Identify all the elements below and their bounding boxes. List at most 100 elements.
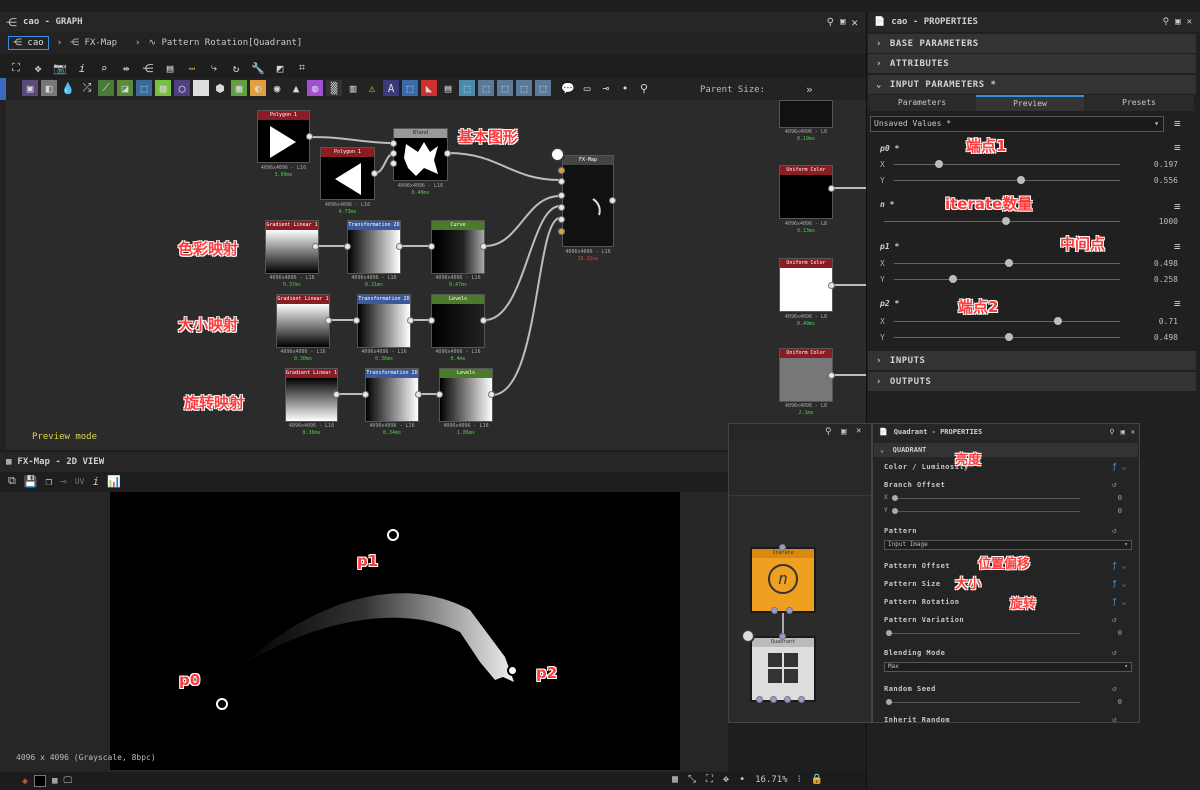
preset-dropdown[interactable]: Unsaved Values * ▾ <box>870 116 1164 132</box>
output-port[interactable] <box>828 185 835 192</box>
reset-icon[interactable]: ↺ <box>1112 684 1117 693</box>
copy-icon[interactable]: ⧉ <box>8 474 16 488</box>
pin-icon[interactable]: ⚲ <box>1163 17 1170 27</box>
duplicate-icon[interactable]: ❐ <box>46 475 53 488</box>
branch-offset-x-value[interactable]: 0 <box>1102 494 1122 502</box>
function-icon[interactable]: ƒ ⌄ <box>1112 462 1126 471</box>
point-p1[interactable] <box>387 529 399 541</box>
output-port[interactable] <box>312 243 319 250</box>
pattern-variation-knob[interactable] <box>886 630 892 636</box>
branch-offset-x-slider[interactable] <box>892 498 1080 499</box>
p2-y-value[interactable]: 0.498 <box>1138 333 1178 342</box>
input-port[interactable] <box>428 243 435 250</box>
output-port[interactable] <box>407 317 414 324</box>
input-port[interactable] <box>390 160 397 167</box>
zoom-value[interactable]: 16.71% <box>755 775 788 785</box>
pattern-variation-slider[interactable] <box>886 633 1080 634</box>
p0-y-value[interactable]: 0.556 <box>1138 176 1178 185</box>
section-base-parameters[interactable]: › BASE PARAMETERS <box>868 34 1196 53</box>
output-port[interactable] <box>480 317 487 324</box>
node-uniform-color[interactable]: Uniform Color <box>779 165 833 219</box>
output-port[interactable] <box>798 696 805 703</box>
tab-parameters[interactable]: Parameters <box>868 95 976 111</box>
section-outputs[interactable]: › OUTPUTS <box>868 372 1196 391</box>
p2-x-slider[interactable] <box>894 321 1120 322</box>
menu-icon[interactable]: ≡ <box>1174 240 1181 253</box>
output-port[interactable] <box>786 607 793 614</box>
tab-preview[interactable]: Preview <box>976 95 1084 111</box>
black-swatch[interactable] <box>34 775 47 787</box>
point-p2[interactable] <box>507 665 518 676</box>
node-uniform-color[interactable]: Uniform Color <box>779 258 833 312</box>
node-quadrant[interactable]: Quadrant <box>750 636 816 702</box>
output-port[interactable] <box>415 391 422 398</box>
output-port[interactable] <box>828 282 835 289</box>
p1-x-value[interactable]: 0.498 <box>1138 259 1178 268</box>
uv-label[interactable]: UV <box>75 477 85 486</box>
output-port[interactable] <box>325 317 332 324</box>
output-port[interactable] <box>396 243 403 250</box>
output-port[interactable] <box>444 150 451 157</box>
n-value[interactable]: 1000 <box>1138 217 1178 226</box>
input-port[interactable] <box>779 633 786 640</box>
fit-icon[interactable]: ⛶ <box>706 774 713 785</box>
node-gradient-linear-2[interactable]: Gradient Linear 1 <box>276 294 330 348</box>
output-port[interactable] <box>828 372 835 379</box>
input-port[interactable] <box>558 192 565 199</box>
pattern-dropdown[interactable]: Input Image ▾ <box>884 540 1132 550</box>
random-seed-slider[interactable] <box>886 702 1080 703</box>
zoom-dropdown-icon[interactable]: ⁝ <box>798 774 801 785</box>
section-inputs[interactable]: › INPUTS <box>868 351 1196 370</box>
branch-offset-y-knob[interactable] <box>892 508 898 514</box>
menu-icon[interactable]: ≡ <box>1174 141 1181 154</box>
n-knob[interactable] <box>1002 217 1010 225</box>
dot-icon[interactable]: • <box>739 774 745 785</box>
input-port[interactable] <box>436 391 443 398</box>
save-icon[interactable]: 💾 <box>24 475 38 488</box>
node-polygon-2[interactable]: Polygon 1 <box>320 147 375 200</box>
menu-icon[interactable]: ≡ <box>1174 117 1181 130</box>
node-fx-map[interactable]: FX-Map <box>562 155 614 247</box>
histogram-icon[interactable]: 📊 <box>107 475 121 488</box>
pattern-variation-value[interactable]: 0 <box>1102 629 1122 637</box>
menu-icon[interactable]: ≡ <box>1174 297 1181 310</box>
p1-y-knob[interactable] <box>949 275 957 283</box>
section-attributes[interactable]: › ATTRIBUTES <box>868 54 1196 73</box>
p0-y-slider[interactable] <box>894 180 1120 181</box>
blending-mode-dropdown[interactable]: Max ▾ <box>884 662 1132 672</box>
output-port[interactable] <box>480 243 487 250</box>
reset-icon[interactable]: ↺ <box>1112 648 1117 657</box>
input-port[interactable] <box>558 228 565 235</box>
input-port[interactable] <box>362 391 369 398</box>
node-gradient-linear-1[interactable]: Gradient Linear 1 <box>265 220 319 274</box>
center-icon[interactable]: ✥ <box>723 774 729 785</box>
p2-x-value[interactable]: 0.71 <box>1138 317 1178 326</box>
input-port[interactable] <box>779 544 786 551</box>
random-seed-value[interactable]: 0 <box>1102 698 1122 706</box>
input-port[interactable] <box>558 167 565 174</box>
input-port[interactable] <box>353 317 360 324</box>
input-port[interactable] <box>558 216 565 223</box>
link-icon[interactable]: ⊸ <box>60 475 67 488</box>
close-icon[interactable]: ✕ <box>1187 17 1200 27</box>
function-icon[interactable]: ƒ ⌄ <box>1112 579 1126 588</box>
input-port[interactable] <box>428 317 435 324</box>
layers-icon[interactable]: ◈ <box>22 776 28 787</box>
output-port[interactable] <box>771 607 778 614</box>
float-icon[interactable]: ▣ <box>1175 17 1180 27</box>
random-seed-knob[interactable] <box>886 699 892 705</box>
lock-icon[interactable]: 🔒 <box>811 774 823 785</box>
node-blend[interactable]: Blend <box>393 128 448 181</box>
output-port[interactable] <box>609 197 616 204</box>
branch-offset-y-slider[interactable] <box>892 511 1080 512</box>
section-input-parameters[interactable]: ⌄ INPUT PARAMETERS * <box>868 75 1196 94</box>
reset-icon[interactable]: ↺ <box>1112 480 1117 489</box>
output-port[interactable] <box>488 391 495 398</box>
output-port[interactable] <box>333 391 340 398</box>
input-port[interactable] <box>390 150 397 157</box>
output-port[interactable] <box>770 696 777 703</box>
node-transformation-2d[interactable]: Transformation 2D <box>365 368 419 422</box>
menu-icon[interactable]: ≡ <box>1174 200 1181 213</box>
p0-x-slider[interactable] <box>894 164 1120 165</box>
input-port[interactable] <box>558 178 565 185</box>
